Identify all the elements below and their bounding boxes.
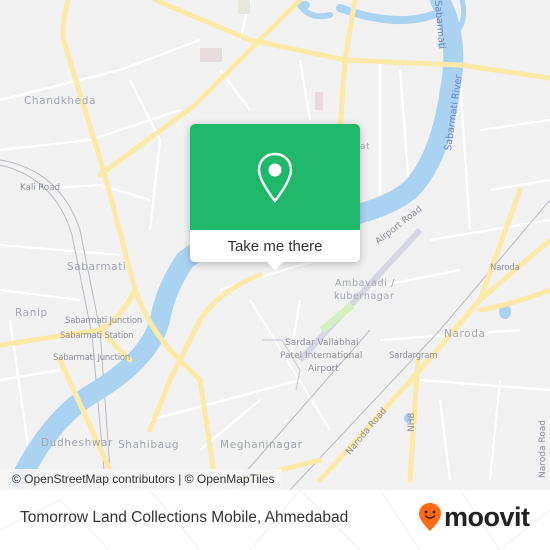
map-label-airport-line1: Sardar Vallabhai bbox=[285, 338, 359, 348]
map-label-kali-road: Kali Road bbox=[20, 183, 60, 193]
map-label-naroda: Naroda bbox=[490, 263, 520, 273]
map-label-chandkheda: Chandkheda bbox=[24, 95, 97, 107]
map-label-meghaninagar: Meghaninagar bbox=[220, 439, 303, 451]
map-label-kubernagar: kubernagar bbox=[334, 291, 395, 302]
footer-bar: Tomorrow Land Collections Mobile, Ahmeda… bbox=[0, 490, 550, 550]
park-area bbox=[319, 302, 355, 333]
popup-pointer bbox=[267, 262, 283, 270]
map-label-airport-line3: Airport bbox=[308, 364, 339, 374]
map-label-ranip: Ranip bbox=[15, 307, 48, 319]
location-popup: Take me there bbox=[190, 124, 360, 270]
map-label-naroda-road-edge: Naroda Road bbox=[538, 420, 548, 478]
moovit-wordmark: moovit bbox=[444, 501, 530, 532]
building-block bbox=[238, 0, 250, 14]
building-block bbox=[200, 48, 222, 62]
map-label-partial: at bbox=[360, 142, 371, 152]
map-label-sabarmati-junction: Sabarmati Junction bbox=[53, 353, 131, 363]
map-canvas[interactable]: Chandkheda Kali Road Sabarmati Ranip Sab… bbox=[0, 0, 550, 490]
map-label-sabarmati-station: Sabarmati Station bbox=[60, 331, 134, 341]
map-label-ambavadi: Ambavadi / bbox=[335, 278, 395, 289]
take-me-there-button[interactable]: Take me there bbox=[190, 230, 360, 262]
place-title: Tomorrow Land Collections Mobile, Ahmeda… bbox=[20, 509, 349, 526]
map-label-airport-line2: Patel International bbox=[280, 351, 363, 361]
map-label-dudheshwar: Dudheshwar bbox=[41, 437, 113, 449]
map-label-naroda-area: Naroda bbox=[444, 328, 486, 340]
map-label-sardargram: Sardargram bbox=[389, 351, 438, 361]
map-label-sabarmati-junction: Sabarmati Junction bbox=[65, 316, 143, 326]
map-attribution[interactable]: © OpenStreetMap contributors | © OpenMap… bbox=[0, 469, 283, 490]
map-label-shahibaug: Shahibaug bbox=[118, 439, 180, 451]
location-pin-icon bbox=[257, 152, 293, 203]
map-label-nh8: NH8 bbox=[407, 412, 417, 432]
moovit-logo[interactable]: moovit bbox=[418, 502, 530, 532]
map-label-sabarmati: Sabarmati bbox=[67, 261, 127, 273]
moovit-pin-icon bbox=[419, 503, 441, 531]
pond-top bbox=[300, 1, 310, 9]
popup-header bbox=[190, 124, 360, 230]
building-block bbox=[315, 92, 323, 110]
